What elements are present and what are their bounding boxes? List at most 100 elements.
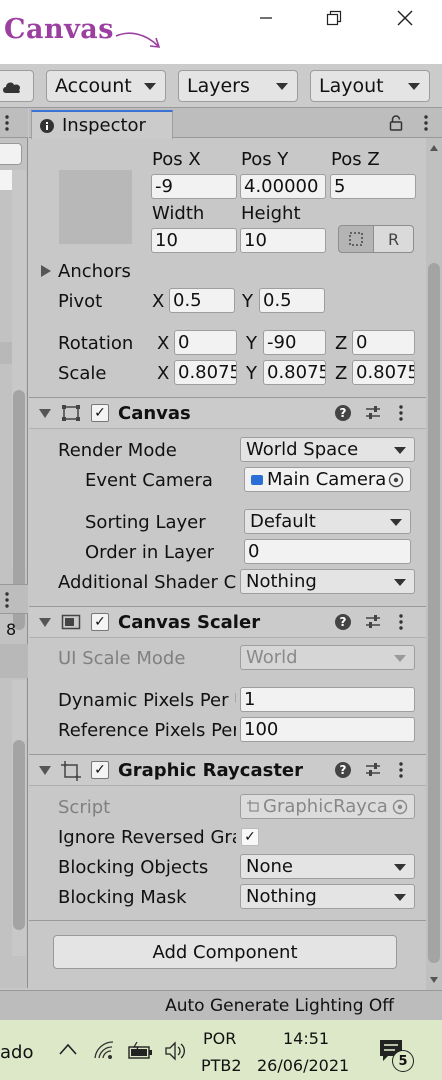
sorting-layer-dropdown[interactable]: Default [244,509,411,534]
rotation-z-field[interactable]: 0 [352,330,415,355]
reference-pixels-field[interactable]: 100 [240,717,415,742]
chevron-down-icon[interactable] [39,766,51,775]
rotation-x-label: X [157,333,170,354]
pivot-x-field[interactable]: 0.5 [169,288,235,313]
order-in-layer-field[interactable]: 0 [244,539,411,564]
volume-icon[interactable] [164,1041,188,1061]
blocking-mask-label: Blocking Mask [58,887,187,908]
help-icon[interactable]: ? [335,762,351,778]
rotation-x-field[interactable]: 0 [174,330,237,355]
more-options-icon[interactable] [398,762,404,778]
presets-icon[interactable] [364,613,382,631]
left-list-row[interactable] [0,170,12,190]
cloud-button[interactable] [0,70,34,102]
pos-y-label: Pos Y [241,149,289,170]
more-options-icon[interactable] [4,115,10,131]
event-camera-field[interactable]: Main Camera [244,467,411,492]
help-icon[interactable]: ? [335,614,351,630]
canvas-scaler-enabled-checkbox[interactable]: ✓ [91,613,109,631]
help-icon[interactable]: ? [335,405,351,421]
left-scroll-thumb-2[interactable] [13,740,25,930]
checkmark-icon: ✓ [94,614,106,630]
clock-time[interactable]: 14:51 [283,1029,329,1048]
inspector-scroll-thumb[interactable] [428,263,440,963]
window-title: Canvas [4,14,114,45]
blocking-objects-label: Blocking Objects [58,857,209,878]
shader-channels-dropdown[interactable]: Nothing [240,569,415,594]
canvas-scaler-header[interactable]: ✓ Canvas Scaler ? [29,606,426,638]
ui-scale-mode-label: UI Scale Mode [58,648,186,669]
close-button[interactable] [385,2,425,34]
pos-y-field[interactable]: 4.00000 [240,174,326,199]
sorting-layer-value: Default [250,511,316,532]
scale-x-field[interactable]: 0.8075 [174,360,237,385]
anchor-preset-preview[interactable] [59,170,132,244]
render-mode-dropdown[interactable]: World Space [240,437,415,462]
more-options-icon[interactable] [423,115,429,131]
chevron-down-icon [276,83,288,90]
chevron-down-icon[interactable] [39,618,51,627]
chevron-down-icon [394,655,406,662]
chevron-up-icon[interactable] [58,1042,78,1056]
inspector-scrollbar[interactable] [426,138,442,990]
blueprint-mode-button[interactable] [338,225,374,253]
more-options-icon[interactable] [4,592,10,608]
battery-icon[interactable] [128,1042,154,1060]
maximize-button[interactable] [314,2,354,34]
more-options-icon[interactable] [398,614,404,630]
order-in-layer-label: Order in Layer [85,542,215,563]
ignore-reversed-checkbox[interactable]: ✓ [241,828,259,846]
pivot-y-field[interactable]: 0.5 [259,288,325,313]
left-list-row-selected[interactable] [0,342,12,364]
layout-dropdown[interactable]: Layout [310,70,430,102]
minimize-icon [260,17,272,19]
checkmark-icon: ✓ [94,762,106,778]
rotation-y-field[interactable]: -90 [263,330,326,355]
scale-z-label: Z [335,363,348,384]
scale-z-field[interactable]: 0.8075 [352,360,415,385]
left-scrollbar-2[interactable] [12,680,26,956]
dynamic-pixels-field[interactable]: 1 [240,687,415,712]
chevron-down-icon[interactable] [39,409,51,418]
object-picker-icon[interactable] [388,472,404,488]
left-list-row[interactable] [0,644,28,678]
pos-z-field[interactable]: 5 [330,174,416,199]
blocking-objects-dropdown[interactable]: None [240,854,415,879]
event-camera-label: Event Camera [85,470,213,491]
account-dropdown[interactable]: Account [46,70,166,102]
scroll-up-icon[interactable] [429,144,439,152]
blocking-mask-dropdown[interactable]: Nothing [240,884,415,909]
shader-channels-label: Additional Shader Cl [58,572,236,593]
pivot-x-label: X [152,291,165,312]
tab-inspector[interactable]: Inspector [31,110,173,139]
add-component-button[interactable]: Add Component [53,935,397,969]
pivot-label: Pivot [58,291,103,312]
clock-date[interactable]: 26/06/2021 [257,1056,349,1075]
anchors-foldout[interactable]: Anchors [58,261,131,282]
left-search-field[interactable] [0,143,22,165]
graphic-raycaster-enabled-checkbox[interactable]: ✓ [91,761,109,779]
presets-icon[interactable] [364,761,382,779]
minimize-button[interactable] [246,2,286,34]
checkmark-icon: ✓ [94,405,106,421]
lock-icon[interactable] [389,115,403,131]
canvas-component-header[interactable]: ✓ Canvas ? [29,397,426,429]
language-code[interactable]: POR [203,1029,236,1048]
scroll-down-icon[interactable] [429,976,439,984]
chevron-right-icon[interactable] [41,265,51,277]
left-scrollbar[interactable] [12,170,26,630]
graphic-raycaster-header[interactable]: ✓ Graphic Raycaster ? [29,754,426,786]
wifi-icon[interactable] [93,1040,115,1060]
keyboard-layout[interactable]: PTB2 [201,1056,242,1075]
scale-y-field[interactable]: 0.8075 [263,360,326,385]
canvas-enabled-checkbox[interactable]: ✓ [91,404,109,422]
width-field[interactable]: 10 [151,228,237,253]
height-field[interactable]: 10 [240,228,326,253]
raw-edit-button[interactable]: R [374,225,414,253]
presets-icon[interactable] [364,404,382,422]
pos-x-field[interactable]: -9 [151,174,237,199]
tab-inspector-label: Inspector [62,115,146,136]
layers-dropdown[interactable]: Layers [178,70,298,102]
more-options-icon[interactable] [398,405,404,421]
rotation-y-label: Y [246,333,257,354]
